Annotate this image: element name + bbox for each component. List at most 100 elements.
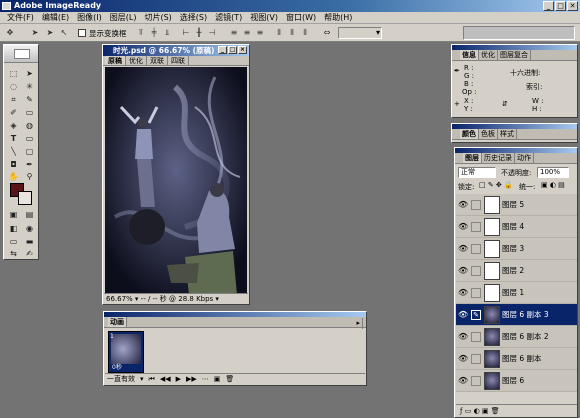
first-frame-icon[interactable]: ⏮ [149, 375, 155, 384]
link-slot[interactable] [471, 200, 481, 210]
arrow-select-icon[interactable]: ➤ [30, 28, 40, 38]
animation-frame[interactable]: 1 0秒 [108, 331, 144, 373]
align-top-icon[interactable]: ⫪ [136, 28, 146, 38]
distribute-center-icon[interactable]: ⫴ [287, 28, 297, 38]
layer-mask-icon[interactable]: ◐ [474, 407, 480, 415]
slice-tool-icon[interactable]: ✎ [23, 94, 36, 105]
tab-actions[interactable]: 动作 [515, 153, 534, 163]
delete-layer-icon[interactable]: 🗑 [491, 407, 500, 415]
move-tool-icon[interactable]: ➤ [23, 68, 36, 79]
link-slot[interactable] [471, 332, 481, 342]
blend-mode-select[interactable]: 正常 [458, 167, 496, 178]
tab-layer-comps[interactable]: 图层复合 [498, 50, 531, 60]
eye-icon[interactable]: 👁 [458, 288, 468, 298]
toggle-image-maps-icon[interactable]: ▣ [7, 209, 20, 220]
pointer-icon[interactable]: ↖ [59, 28, 69, 38]
eye-icon[interactable]: 👁 [458, 244, 468, 254]
zoom-level[interactable]: 66.67% [106, 295, 133, 303]
full-screen-mode-icon[interactable]: ▬ [23, 236, 36, 247]
align-center-icon[interactable]: ╫ [194, 28, 204, 38]
align-right-icon[interactable]: ⊣ [207, 28, 217, 38]
eye-icon[interactable]: 👁 [458, 266, 468, 276]
menu-window[interactable]: 窗口(W) [282, 12, 320, 24]
tab-swatches[interactable]: 色板 [479, 129, 498, 139]
next-frame-icon[interactable]: ▶▶ [186, 375, 197, 383]
tab-info[interactable]: 信息 [460, 50, 479, 60]
image-map-tool-icon[interactable]: ◘ [7, 159, 20, 170]
paint-bucket-tool-icon[interactable]: ◈ [7, 120, 20, 131]
jump-to-photoshop-icon[interactable]: ⇆ [7, 248, 20, 259]
layer-row-selected[interactable]: 👁 ✎ 图层 6 副本 3 [456, 304, 577, 326]
link-slot[interactable] [471, 288, 481, 298]
layer-row[interactable]: 👁 图层 2 [456, 260, 577, 282]
edit-in-photoshop-icon[interactable]: ✍ [23, 248, 36, 259]
eye-icon[interactable]: 👁 [458, 200, 468, 210]
layer-row[interactable]: 👁 图层 4 [456, 216, 577, 238]
layer-row[interactable]: 👁 图层 6 副本 2 [456, 326, 577, 348]
tab-color[interactable]: 颜色 [460, 129, 479, 139]
toggle-slices-icon[interactable]: ▤ [23, 209, 36, 220]
new-layer-set-icon[interactable]: ▭ [465, 407, 472, 415]
move-tool-options-icon[interactable]: ✥ [5, 28, 15, 38]
layer-row[interactable]: 👁 图层 3 [456, 238, 577, 260]
align-bottom-icon[interactable]: ⫫ [162, 28, 172, 38]
close-button[interactable]: ✕ [567, 1, 578, 11]
menu-view[interactable]: 视图(V) [246, 12, 282, 24]
document-minimize-button[interactable]: _ [218, 46, 227, 54]
tab-optimize[interactable]: 优化 [479, 50, 498, 60]
distribute-middle-icon[interactable]: ≡ [242, 28, 252, 38]
hand-tool-icon[interactable]: ✋ [7, 171, 20, 182]
adobe-feather-icon[interactable] [14, 49, 30, 59]
menu-select[interactable]: 选择(S) [176, 12, 211, 24]
background-color-swatch[interactable] [18, 191, 32, 205]
menu-slice[interactable]: 切片(S) [140, 12, 175, 24]
menu-filter[interactable]: 滤镜(T) [211, 12, 246, 24]
type-tool-icon[interactable]: T [7, 133, 20, 144]
tab-styles[interactable]: 样式 [498, 129, 517, 139]
link-slot[interactable] [471, 244, 481, 254]
eye-icon[interactable]: 👁 [458, 354, 468, 364]
link-slot[interactable] [471, 266, 481, 276]
shape-tool-icon[interactable]: ▢ [23, 146, 36, 157]
eye-icon[interactable]: 👁 [458, 332, 468, 342]
opacity-field[interactable]: 100% [537, 167, 569, 178]
document-close-button[interactable]: × [238, 46, 247, 54]
menu-layer[interactable]: 图层(L) [106, 12, 141, 24]
distribute-top-icon[interactable]: ≡ [229, 28, 239, 38]
distribute-spacing-icon[interactable]: ⇔ [322, 28, 332, 38]
tab-4-up[interactable]: 四联 [168, 56, 189, 65]
tab-layers[interactable]: 图层 [463, 153, 482, 163]
eye-icon[interactable]: 👁 [458, 222, 468, 232]
line-tool-icon[interactable]: ╲ [7, 146, 20, 157]
link-slot[interactable] [471, 354, 481, 364]
animation-menu-icon[interactable]: ▸ [354, 318, 363, 329]
arrow-select-alt-icon[interactable]: ➤ [45, 28, 55, 38]
marquee-tool-icon[interactable]: ⬚ [7, 68, 20, 79]
distribute-bottom-icon[interactable]: ≡ [255, 28, 265, 38]
tab-optimized[interactable]: 优化 [126, 56, 147, 65]
link-slot[interactable] [471, 222, 481, 232]
unify-icons[interactable]: ▣ ◐ ▤ [541, 181, 565, 189]
blur-tool-icon[interactable]: ◍ [23, 120, 36, 131]
preview-document-icon[interactable]: ◧ [7, 223, 20, 234]
loop-option[interactable]: 一直有效 [107, 374, 135, 384]
play-icon[interactable]: ▶ [176, 375, 181, 383]
menu-file[interactable]: 文件(F) [3, 12, 38, 24]
minimize-button[interactable]: _ [543, 1, 554, 11]
screen-mode-icon[interactable]: ▭ [7, 236, 20, 247]
eye-icon[interactable]: 👁 [458, 310, 468, 320]
maximize-button[interactable]: □ [555, 1, 566, 11]
brush-icon[interactable]: ✎ [471, 310, 481, 320]
brush-tool-icon[interactable]: ✐ [7, 107, 20, 118]
menu-image[interactable]: 图像(I) [73, 12, 106, 24]
link-slot[interactable] [471, 376, 481, 386]
tween-icon[interactable]: ⋯ [202, 375, 209, 383]
zoom-tool-icon[interactable]: ⚲ [23, 171, 36, 182]
eraser-tool-icon[interactable]: ▭ [23, 107, 36, 118]
delete-frame-icon[interactable]: 🗑 [225, 375, 234, 383]
frame-delay[interactable]: 0秒 [112, 362, 122, 371]
rectangle-tool-icon[interactable]: ▭ [23, 133, 36, 144]
preview-in-browser-icon[interactable]: ◉ [23, 223, 36, 234]
align-left-icon[interactable]: ⊢ [181, 28, 191, 38]
eye-icon[interactable]: 👁 [458, 376, 468, 386]
